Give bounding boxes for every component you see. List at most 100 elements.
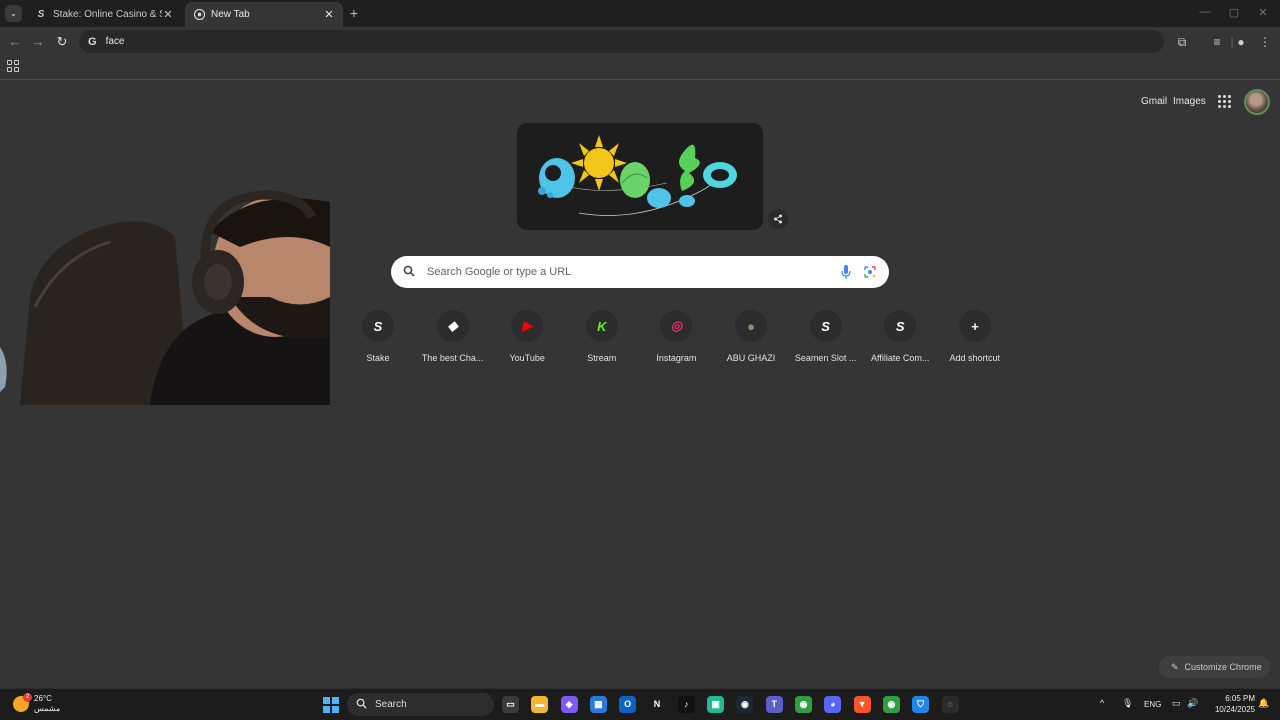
shortcut-label: Affiliate Com... [871,353,930,363]
notifications-icon[interactable]: 🔔 [1258,698,1269,709]
shortcut-icon: ● [735,310,767,342]
shortcut-icon: ◆ [436,310,469,342]
shortcut-tile[interactable]: K Stream [564,310,640,363]
pencil-icon: ✎ [1171,661,1179,672]
new-tab-button[interactable]: + [346,5,362,21]
search-icon [356,698,367,712]
shortcut-label: Add shortcut [949,353,1001,363]
volume-icon[interactable]: 🔊 [1187,698,1198,709]
netflix-icon[interactable]: N [648,696,666,713]
steam-icon[interactable]: ◉ [736,696,754,713]
obs-icon[interactable]: ◌ [941,696,959,713]
google-lens-icon[interactable] [863,265,877,279]
shortcut-icon: S [362,310,394,342]
menu-icon[interactable]: ⋮ [1257,34,1273,50]
shield-app-icon[interactable]: ⛉ [912,696,930,713]
reload-icon[interactable]: ↻ [53,33,71,51]
search-box[interactable] [391,256,889,288]
shortcut-tile[interactable]: S Stake [340,310,416,363]
microsoft-store-icon[interactable]: ▦ [589,696,607,713]
google-doodle[interactable] [517,123,763,230]
gmail-link[interactable]: Gmail [1141,96,1167,107]
address-bar[interactable]: G face [79,30,1164,53]
clock-date: 10/24/2025 [1214,705,1255,714]
shortcut-tile[interactable]: ▶ YouTube [489,310,565,363]
shortcut-label: Seamen Slot ... [794,353,857,363]
shortcut-label: Stream [587,353,617,363]
clock[interactable]: 6:05 PM 10/24/2025 [1207,693,1255,715]
file-explorer-icon[interactable]: ▬ [531,696,549,713]
start-button[interactable] [323,697,339,713]
taskbar-search[interactable]: Search [347,693,494,716]
google-apps-icon[interactable] [1218,95,1231,108]
shortcut-icon: S [884,310,917,342]
tab-stake[interactable]: S Stake: Online Casino & Sports B ✕ [27,2,182,27]
customize-chrome-label: Customize Chrome [1184,662,1262,672]
search-icon [403,265,417,279]
shortcut-label: YouTube [509,353,545,363]
browser-toolbar: ← → ↻ G face ⧉ ≡ | ● ⋮ [0,27,1280,56]
outlook-icon[interactable]: O [619,696,637,713]
shortcut-icon: + [958,310,991,342]
address-bar-text: face [105,36,125,47]
close-window-icon[interactable]: ✕ [1256,6,1270,19]
network-icon[interactable]: ▭ [1172,698,1181,709]
customize-chrome-button[interactable]: ✎ Customize Chrome [1159,656,1270,678]
close-tab-icon[interactable]: ✕ [162,8,174,21]
bookmarks-bar [0,56,1280,80]
tab-title: Stake: Online Casino & Sports B [53,9,162,20]
profile-icon[interactable]: ● [1233,34,1249,50]
forward-icon[interactable]: → [29,33,47,51]
show-hidden-icons[interactable]: ^ [1100,698,1104,708]
extensions-icon[interactable]: ⧉ [1174,34,1190,50]
microphone-icon[interactable]: 🎙 [1122,698,1133,709]
share-doodle-icon[interactable] [768,209,788,229]
minimize-icon[interactable]: — [1198,6,1212,18]
shortcut-tile[interactable]: + Add shortcut [937,310,1013,363]
back-icon[interactable]: ← [6,33,24,51]
weather-condition: مشمس [34,704,61,713]
weather-widget[interactable]: 2 26°C مشمس [13,693,61,714]
shortcut-tile[interactable]: S Seamen Slot ... [788,310,864,363]
brave-icon[interactable]: ▼ [853,696,871,713]
chrome-icon[interactable]: ◉ [795,696,812,713]
chrome-profile-icon[interactable]: ◉ [882,696,900,713]
shortcut-tile[interactable]: ◎ Instagram [638,310,714,363]
images-link[interactable]: Images [1173,96,1206,107]
copilot-icon[interactable]: ◆ [560,696,578,713]
stake-favicon-icon: S [37,9,45,20]
tiktok-icon[interactable]: ♪ [677,696,695,713]
tab-search-button[interactable]: ⌄ [5,5,22,22]
account-avatar[interactable] [1244,89,1270,115]
notification-badge: 2 [23,693,32,702]
voice-search-icon[interactable] [839,264,853,280]
task-view-icon[interactable]: ▭ [502,696,519,713]
clock-time: 6:05 PM [1225,694,1255,703]
tab-title: New Tab [211,9,250,20]
weather-temp: 26°C [34,694,52,703]
apps-icon[interactable] [7,60,19,72]
shortcut-icon: ▶ [511,310,544,342]
shortcut-tile[interactable]: ● ABU GHAZI [713,310,789,363]
tab-new-tab[interactable]: New Tab ✕ [185,2,343,27]
shortcut-tile[interactable]: ◆ The best Cha... [415,310,491,363]
shortcut-icon: K [585,310,618,342]
shortcut-label: ABU GHAZI [726,353,776,363]
chrome-favicon-icon [193,9,205,21]
close-tab-icon[interactable]: ✕ [323,8,335,21]
teams-icon[interactable]: T [765,696,783,713]
search-input[interactable] [427,266,839,278]
shortcut-icon: ◎ [660,310,693,342]
shortcut-label: Instagram [656,353,697,363]
maximize-icon[interactable]: ▢ [1227,6,1241,19]
webcam-overlay [0,187,330,405]
discord-icon[interactable]: ◕ [824,696,842,713]
title-bar: ⌄ S Stake: Online Casino & Sports B ✕ Ne… [0,0,1280,27]
taskbar-search-label: Search [375,699,407,710]
chat-app-icon[interactable]: ▣ [707,696,725,713]
shortcut-tile[interactable]: S Affiliate Com... [862,310,938,363]
language-indicator[interactable]: ENG [1144,700,1161,709]
shortcut-icon: S [809,310,842,342]
media-controls-icon[interactable]: ≡ [1209,34,1225,50]
windows-taskbar: 2 26°C مشمس Search ▭ ▬ ◆ ▦ O N ♪ ▣ ◉ T ◉ ◕ ▼ ◉ ⛉ ◌ ^ 🎙 … [0,688,1280,720]
